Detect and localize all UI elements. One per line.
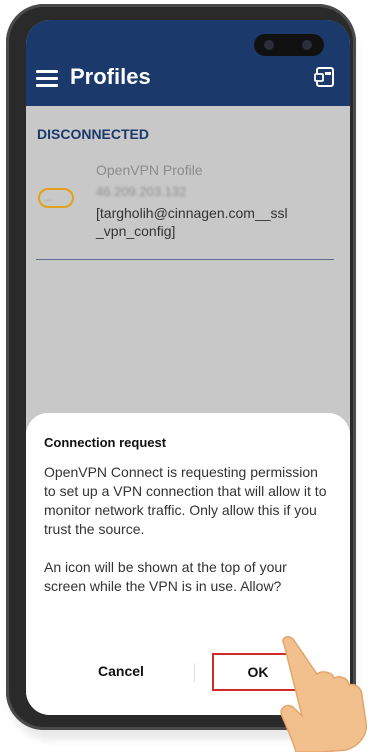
pointing-hand-icon xyxy=(280,636,368,752)
divider xyxy=(36,259,334,260)
button-separator xyxy=(194,663,195,683)
camera-lens xyxy=(302,40,312,50)
app-bar: Profiles xyxy=(26,20,350,106)
import-profile-icon[interactable] xyxy=(314,65,336,89)
page-title: Profiles xyxy=(70,64,151,89)
cancel-button[interactable]: Cancel xyxy=(66,663,176,679)
profile-server-address: 46.209.203.132 xyxy=(96,184,187,199)
front-camera xyxy=(254,34,324,56)
connection-toggle[interactable]: ••• xyxy=(38,188,74,208)
hamburger-menu-icon[interactable] xyxy=(36,70,58,87)
dialog-message-permission: OpenVPN Connect is requesting permission… xyxy=(44,464,327,537)
connection-status: DISCONNECTED xyxy=(37,126,150,142)
dialog-message-icon-notice: An icon will be shown at the top of your… xyxy=(44,559,287,594)
phone-frame: Profiles DISCONNECTED ••• OpenVPN Profil… xyxy=(6,4,356,730)
dialog-title: Connection request xyxy=(44,435,167,450)
dialog-message: OpenVPN Connect is requesting permission… xyxy=(44,463,330,615)
profile-name[interactable]: [targholih@cinnagen.com__ssl _vpn_config… xyxy=(96,204,326,240)
toggle-dots-icon: ••• xyxy=(44,196,53,205)
camera-lens xyxy=(264,40,274,50)
profile-type-label: OpenVPN Profile xyxy=(96,162,203,178)
phone-screen: Profiles DISCONNECTED ••• OpenVPN Profil… xyxy=(26,20,350,715)
